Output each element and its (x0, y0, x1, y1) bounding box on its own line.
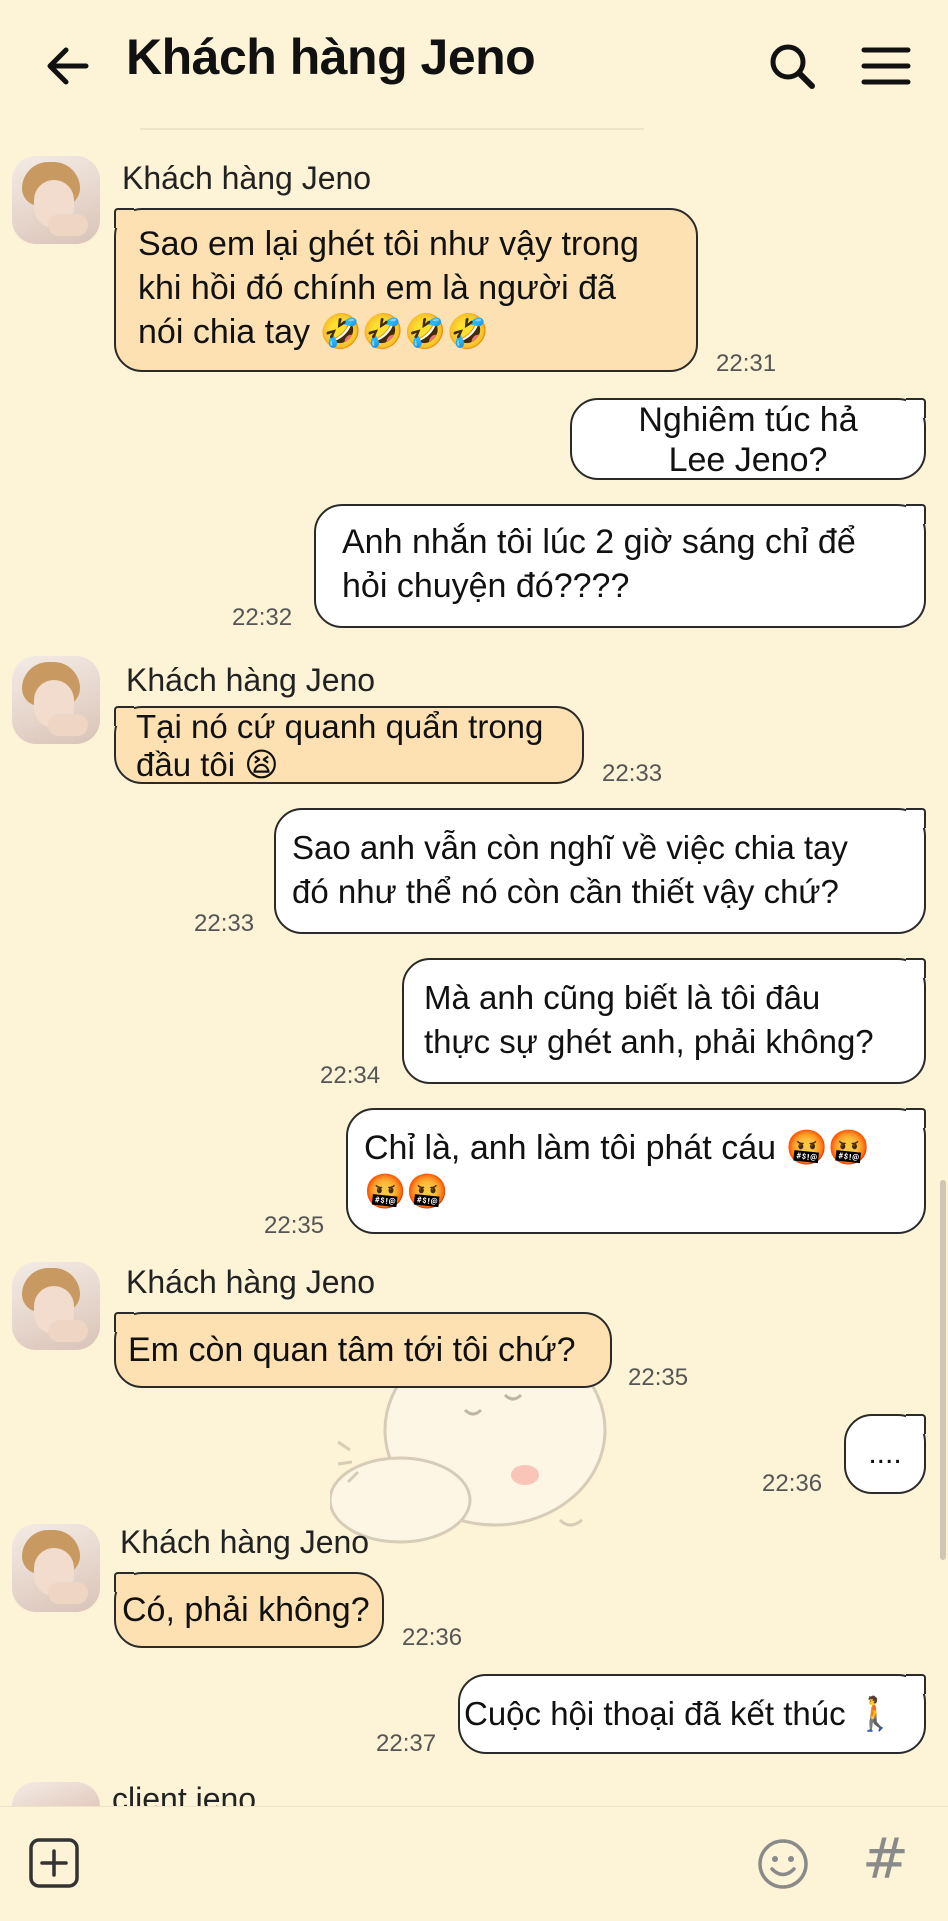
message-bubble[interactable]: Chỉ là, anh làm tôi phát cáu 🤬🤬 🤬🤬 (346, 1108, 926, 1234)
chat-title: Khách hàng Jeno (126, 29, 536, 85)
header-divider (140, 128, 644, 130)
avatar[interactable] (12, 156, 100, 244)
scrollbar[interactable] (940, 1180, 946, 1560)
message-time: 22:32 (232, 604, 293, 631)
sender-name: Khách hàng Jeno (126, 662, 376, 698)
hamburger-menu-icon (861, 47, 911, 85)
message-bubble[interactable]: Mà anh cũng biết là tôi đâu thực sự ghét… (402, 958, 926, 1084)
sender-name: Khách hàng Jeno (120, 1524, 370, 1560)
message-time: 22:36 (762, 1470, 823, 1497)
message-bubble[interactable]: Cuộc hội thoại đã kết thúc 🚶 (458, 1674, 926, 1754)
emoji-button[interactable] (756, 1837, 810, 1891)
sender-name: Khách hàng Jeno (126, 1264, 376, 1300)
message-time: 22:36 (402, 1624, 463, 1651)
message-time: 22:34 (320, 1062, 381, 1089)
message-time: 22:35 (264, 1212, 325, 1239)
message-bubble[interactable]: .... (844, 1414, 926, 1494)
back-button[interactable] (38, 36, 98, 96)
plus-square-icon (29, 1838, 79, 1888)
message-bubble[interactable]: Tại nó cứ quanh quẩn trong đầu tôi 😫 (114, 706, 584, 784)
hashtag-button[interactable]: # (862, 1827, 909, 1892)
chat-footer: # (0, 1806, 948, 1921)
sender-name: client jeno (112, 1782, 257, 1806)
arrow-left-icon (47, 47, 89, 85)
sender-name: Khách hàng Jeno (122, 160, 372, 196)
chat-header: Khách hàng Jeno (0, 0, 948, 120)
message-bubble[interactable]: Có, phải không? (114, 1572, 384, 1648)
menu-button[interactable] (856, 36, 916, 96)
message-bubble[interactable]: Nghiêm túc hả Lee Jeno? (570, 398, 926, 480)
message-time: 22:35 (628, 1364, 689, 1391)
add-button[interactable] (28, 1837, 80, 1889)
message-bubble[interactable]: Sao em lại ghét tôi như vậy trong khi hồ… (114, 208, 698, 372)
avatar[interactable] (12, 1782, 100, 1806)
search-button[interactable] (762, 36, 822, 96)
smiley-icon (758, 1839, 808, 1889)
avatar[interactable] (12, 1262, 100, 1350)
message-time: 22:31 (716, 350, 777, 377)
message-time: 22:37 (376, 1730, 437, 1757)
message-time: 22:33 (194, 910, 255, 937)
message-time: 22:33 (602, 760, 663, 787)
message-bubble[interactable]: Em còn quan tâm tới tôi chứ? (114, 1312, 612, 1388)
avatar[interactable] (12, 1524, 100, 1612)
search-icon (770, 44, 815, 89)
message-bubble[interactable]: Anh nhắn tôi lúc 2 giờ sáng chỉ để hỏi c… (314, 504, 926, 628)
message-bubble[interactable]: Sao anh vẫn còn nghĩ về việc chia tay đó… (274, 808, 926, 934)
avatar[interactable] (12, 656, 100, 744)
